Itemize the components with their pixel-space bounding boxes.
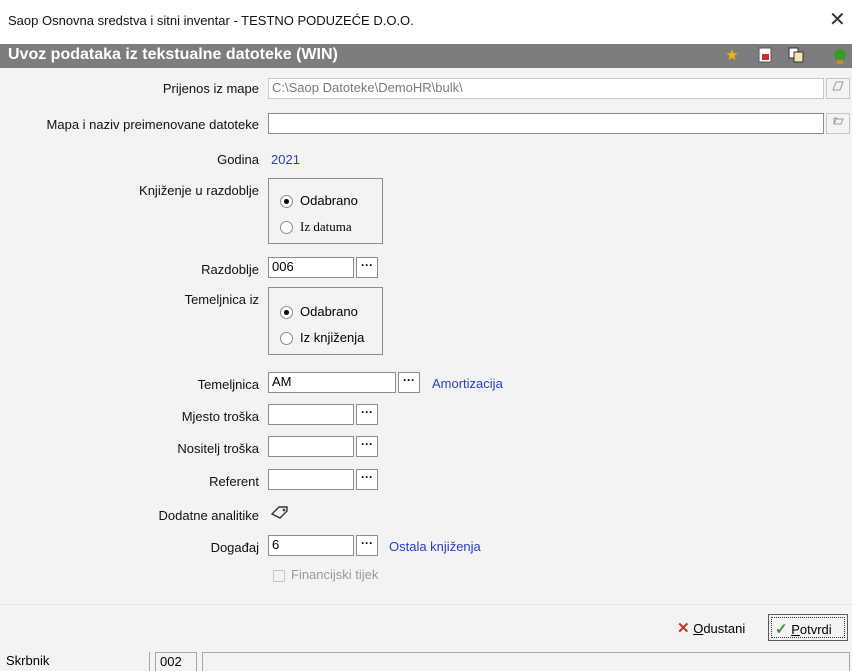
knjizenje-radio-group: Odabrano Iz datuma [268,178,383,244]
dialog-title: Uvoz podataka iz tekstualne datoteke (WI… [8,46,338,63]
status-skrbnik: Skrbnik [2,652,150,671]
temeljnica-iz-knjizenja-radio[interactable] [280,332,293,345]
help-icon[interactable] [831,47,849,65]
mjesto-troska-lookup-button[interactable]: ··· [356,404,378,425]
nositelj-troska-input[interactable] [268,436,354,457]
dogadaj-lookup-button[interactable]: ··· [356,535,378,556]
knjizenje-odabrano-radio[interactable] [280,195,293,208]
window-title: Saop Osnovna sredstva i sitni inventar -… [8,13,414,28]
star-icon[interactable]: ★ [723,47,741,65]
referent-lookup-button[interactable]: ··· [356,469,378,490]
knjizenje-label: Knjiženje u razdoblje [139,183,259,198]
mjesto-troska-label: Mjesto troška [181,409,259,424]
prijenos-label: Prijenos iz mape [162,81,259,96]
dialog-header: Uvoz podataka iz tekstualne datoteke (WI… [0,44,852,68]
file-browse-icon[interactable] [826,113,850,134]
temeljnica-odabrano-radio[interactable] [280,306,293,319]
temeljnica-iz-knjizenja-label: Iz knjiženja [300,330,365,345]
copy-icon[interactable] [787,47,805,65]
temeljnica-lookup-button[interactable]: ··· [398,372,420,393]
cancel-button[interactable]: ✕ Odustani [675,614,763,641]
godina-value: 2021 [271,152,300,167]
knjizenje-iz-datuma-label: Iz datuma [300,219,352,234]
confirm-button[interactable]: ✓ Potvrdi [768,614,848,641]
temeljnica-iz-label: Temeljnica iz [184,292,259,307]
mjesto-troska-input[interactable] [268,404,354,425]
godina-label: Godina [217,152,259,167]
razdoblje-lookup-button[interactable]: ··· [356,257,378,278]
financijski-tijek-checkbox[interactable] [273,570,285,582]
razdoblje-label: Razdoblje [201,262,259,277]
nositelj-troska-lookup-button[interactable]: ··· [356,436,378,457]
confirm-label-underlined: P [791,622,800,637]
razdoblje-input[interactable]: 006 [268,257,354,278]
confirm-label-rest: otvrdi [799,622,832,637]
form-area [0,68,852,604]
cancel-label-rest: dustani [703,621,746,636]
mapa-input[interactable] [268,113,824,134]
financijski-tijek-label: Financijski tijek [291,567,379,582]
referent-input[interactable] [268,469,354,490]
dogadaj-label: Događaj [210,540,259,555]
mapa-label: Mapa i naziv preimenovane datoteke [46,117,259,132]
temeljnica-odabrano-label: Odabrano [300,304,358,319]
analytics-tag-icon[interactable] [270,504,290,522]
temeljnica-label: Temeljnica [197,377,259,392]
dodatne-analitike-label: Dodatne analitike [158,508,259,523]
confirm-check-icon: ✓ [775,621,788,638]
window-titlebar: Saop Osnovna sredstva i sitni inventar -… [0,0,852,44]
knjizenje-iz-datuma-radio[interactable] [280,221,293,234]
status-code: 002 [155,652,197,671]
dogadaj-input[interactable]: 6 [268,535,354,556]
folder-browse-icon[interactable] [826,78,850,99]
close-icon[interactable]: ✕ [829,10,846,30]
temeljnica-input[interactable]: AM [268,372,396,393]
dogadaj-description: Ostala knjiženja [389,539,481,554]
status-message [202,652,850,671]
cancel-label-underlined: O [693,621,704,636]
temeljnica-iz-radio-group: Odabrano Iz knjiženja [268,287,383,355]
referent-label: Referent [209,474,259,489]
prijenos-input[interactable]: C:\Saop Datoteke\DemoHR\bulk\ [268,78,824,99]
pdf-export-icon[interactable] [756,47,774,65]
cancel-x-icon: ✕ [677,620,690,637]
status-bar: Skrbnik 002 [0,648,852,671]
knjizenje-odabrano-label: Odabrano [300,193,358,208]
temeljnica-description: Amortizacija [432,376,503,391]
nositelj-troska-label: Nositelj troška [177,441,259,456]
